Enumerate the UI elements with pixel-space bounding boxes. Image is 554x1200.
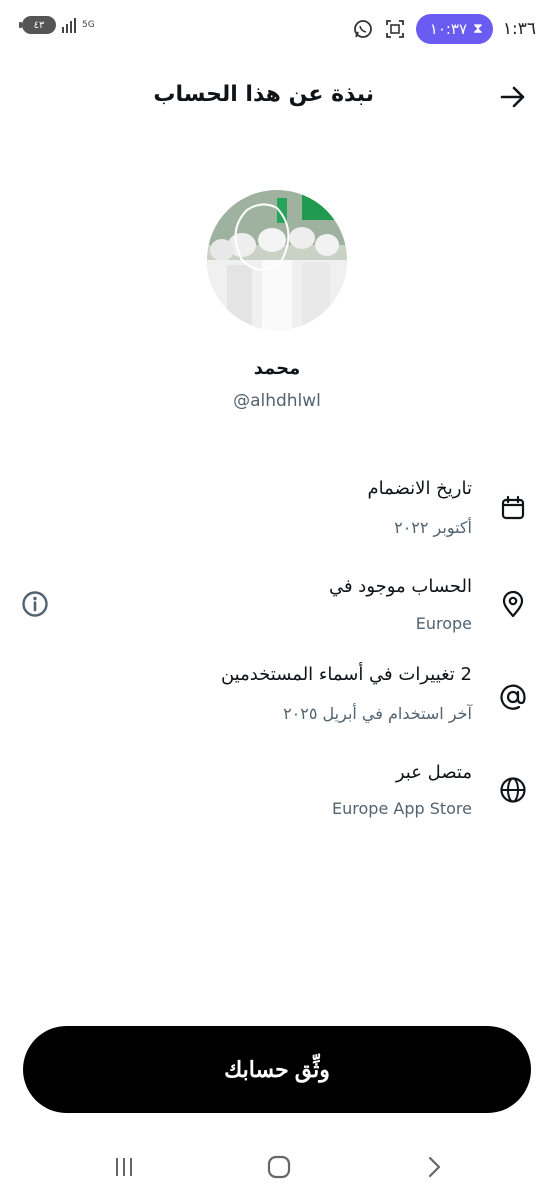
status-bar: ١٠:٣٧ ⧗ ١:٣٦ ٤٣ 5G <box>0 0 554 60</box>
arrow-right-icon <box>500 86 525 108</box>
user-handle: @alhdhlwl <box>233 391 321 411</box>
recent-apps-button[interactable] <box>104 1152 144 1182</box>
status-bar-left: ٤٣ 5G <box>19 16 95 34</box>
battery-icon: ٤٣ <box>19 16 56 34</box>
screenshot-icon <box>384 18 406 40</box>
timer-value: ١٠:٣٧ <box>429 20 468 38</box>
info-title: متصل عبر <box>395 762 472 783</box>
calendar-icon <box>498 493 528 523</box>
page-title: نبذة عن هذا الحساب <box>153 82 374 107</box>
info-title: الحساب موجود في <box>328 576 472 597</box>
status-bar-right: ١٠:٣٧ ⧗ ١:٣٦ <box>352 14 536 44</box>
battery-level: ٤٣ <box>33 19 45 31</box>
header: نبذة عن هذا الحساب <box>0 72 554 122</box>
signal-icon <box>62 17 76 33</box>
info-subtitle: آخر استخدام في أبريل ٢٠٢٥ <box>283 704 472 723</box>
info-subtitle: أكتوبر ٢٠٢٢ <box>394 518 472 537</box>
network-type: 5G <box>82 20 95 30</box>
info-title: تاريخ الانضمام <box>367 478 472 499</box>
info-circle-icon <box>22 591 48 617</box>
status-time: ١:٣٦ <box>502 19 536 39</box>
back-nav-button[interactable] <box>414 1152 454 1182</box>
avatar[interactable] <box>207 190 347 330</box>
info-subtitle: Europe App Store <box>332 799 472 818</box>
avatar-image <box>207 190 347 330</box>
back-button[interactable] <box>498 82 528 112</box>
at-sign-icon <box>498 682 528 712</box>
info-subtitle: Europe <box>415 614 472 633</box>
display-name: محمد <box>253 358 301 379</box>
verify-account-button[interactable]: وثِّق حسابك <box>23 1026 531 1113</box>
system-nav-bar <box>0 1140 554 1200</box>
location-pin-icon <box>498 589 528 619</box>
recent-apps-icon <box>116 1158 132 1176</box>
info-title: 2 تغييرات في أسماء المستخدمين <box>220 664 472 685</box>
timer-pill: ١٠:٣٧ ⧗ <box>415 14 493 44</box>
home-button[interactable] <box>259 1152 299 1182</box>
whatsapp-icon <box>352 18 374 40</box>
info-circle-button[interactable] <box>20 589 50 619</box>
home-icon <box>267 1155 291 1179</box>
globe-icon <box>498 775 528 805</box>
hourglass-icon: ⧗ <box>473 21 483 37</box>
chevron-right-icon <box>428 1156 441 1178</box>
